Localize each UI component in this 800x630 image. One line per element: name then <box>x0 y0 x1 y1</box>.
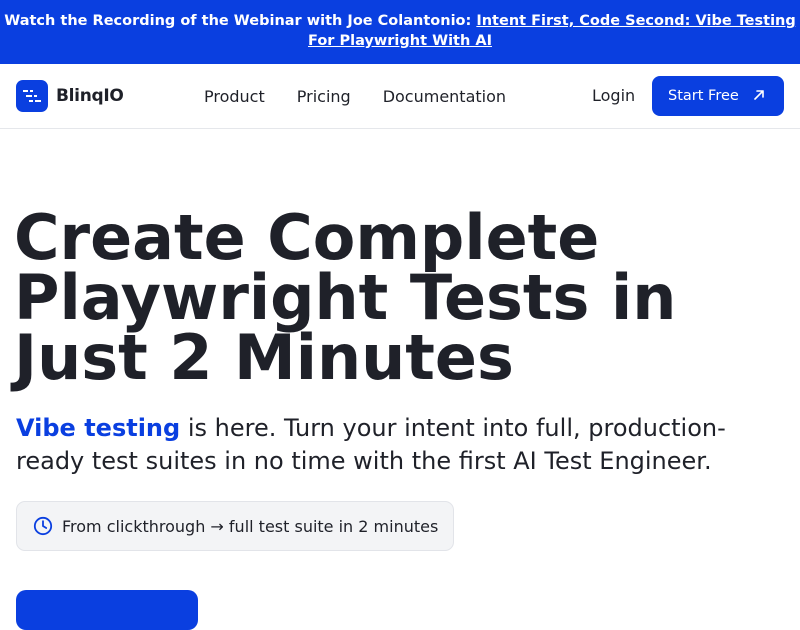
hero-title-line: Just 2 Minutes <box>14 321 514 394</box>
clock-icon <box>33 516 53 536</box>
feature-pill: From clickthrough → full test suite in 2… <box>16 501 454 551</box>
nav-links: Product Pricing Documentation <box>188 64 522 128</box>
feature-pill-text: From clickthrough → full test suite in 2… <box>62 516 439 536</box>
hero-title: Create Complete Playwright Tests in Just… <box>14 207 794 389</box>
hero-subtitle: Vibe testing is here. Turn your intent i… <box>16 412 786 478</box>
nav-link-product[interactable]: Product <box>188 87 281 106</box>
brand-logo[interactable]: BlinqIO <box>16 80 124 112</box>
start-free-label: Start Free <box>668 88 739 104</box>
start-free-button[interactable]: Start Free <box>652 76 784 116</box>
logo-icon <box>16 80 48 112</box>
login-link[interactable]: Login <box>592 86 635 105</box>
arrow-up-right-icon <box>754 90 764 100</box>
hero-cta-button[interactable] <box>16 590 198 630</box>
nav-link-pricing[interactable]: Pricing <box>281 87 367 106</box>
top-navigation: BlinqIO Product Pricing Documentation Lo… <box>0 64 800 129</box>
nav-link-documentation[interactable]: Documentation <box>367 87 522 106</box>
vibe-testing-highlight: Vibe testing <box>16 414 181 442</box>
banner-text: Watch the Recording of the Webinar with … <box>4 13 477 29</box>
announcement-banner: Watch the Recording of the Webinar with … <box>0 0 800 64</box>
brand-name: BlinqIO <box>56 86 124 106</box>
